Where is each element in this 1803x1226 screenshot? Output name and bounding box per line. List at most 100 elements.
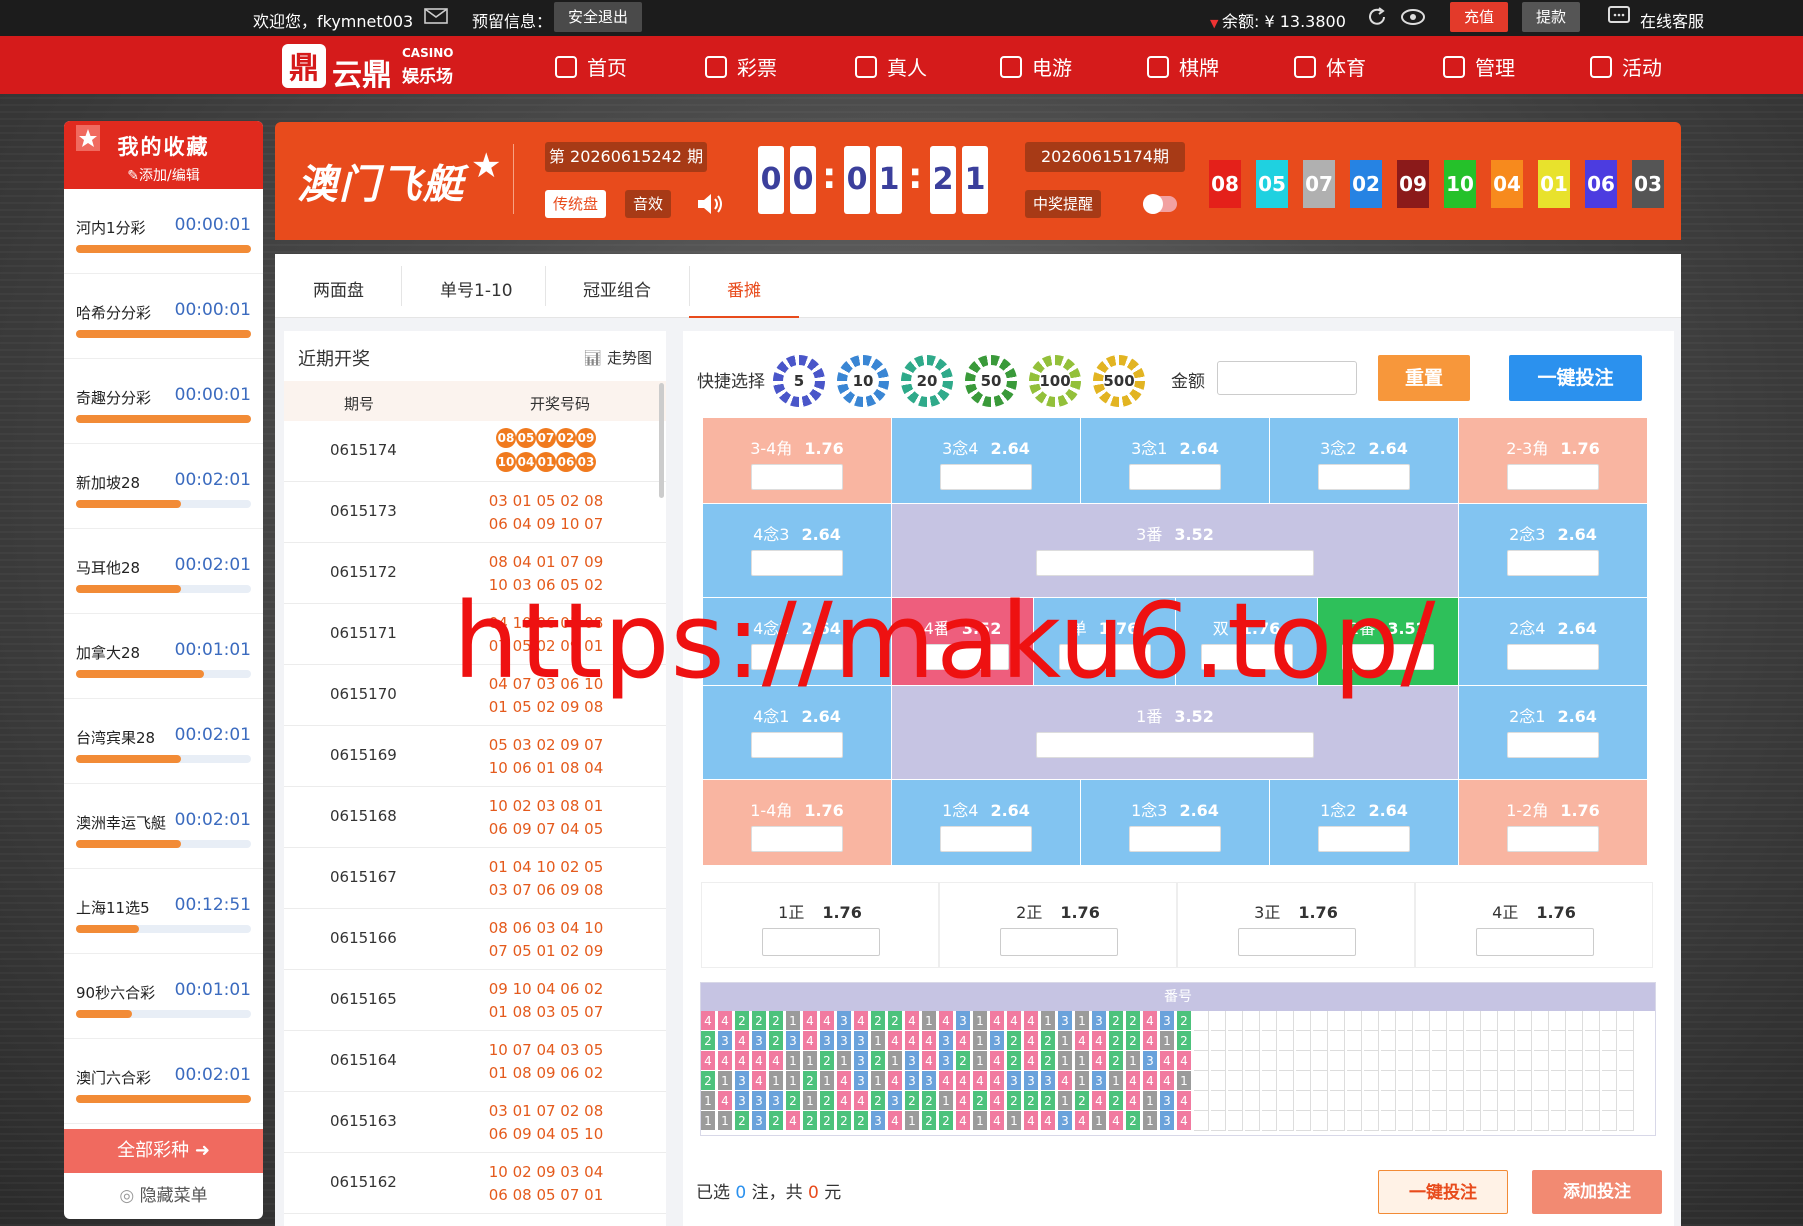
bet-amount-input[interactable] [1507,732,1599,758]
tab-single-number[interactable]: 单号1-10 [440,276,513,301]
sidebar-item[interactable]: 河内1分彩 00:00:01 [64,189,263,274]
bet-amount-input[interactable] [1036,550,1314,576]
nav-manage[interactable]: 管理 [1443,52,1515,81]
bet-amount-input[interactable] [940,464,1032,490]
hide-menu-button[interactable]: ◎ 隐藏菜单 [64,1173,263,1219]
chip-10[interactable]: 10 [837,355,889,407]
submit-bet-button[interactable]: 一键投注 [1378,1170,1508,1214]
sidebar-item[interactable]: 澳门六合彩 00:02:01 [64,1039,263,1124]
nav-slots[interactable]: 电游 [1000,52,1072,81]
reset-button[interactable]: 重置 [1378,355,1470,401]
roadmap-cell [1449,1011,1464,1031]
nav-events[interactable]: 活动 [1590,52,1662,81]
online-service-link[interactable]: 在线客服 [1640,8,1704,32]
trend-chart-link[interactable]: 📊︎ 走势图 [583,347,652,368]
bet-amount-input[interactable] [940,826,1032,852]
bet-amount-input[interactable] [751,464,843,490]
refresh-icon[interactable] [1366,6,1388,32]
nav-home[interactable]: 首页 [555,52,627,81]
bet-amount-input[interactable] [1318,464,1410,490]
nav-lottery[interactable]: 彩票 [705,52,777,81]
bet-amount-input[interactable] [1507,464,1599,490]
bet-cell[interactable]: 1念2 2.64 [1270,780,1459,866]
bet-cell[interactable]: 1念4 2.64 [892,780,1081,866]
all-lotteries-button[interactable]: 全部彩种 ➜ [64,1129,263,1173]
amount-input[interactable] [1217,361,1357,395]
bet-cell[interactable]: 1-4角 1.76 [703,780,892,866]
bet-cell[interactable]: 3念1 2.64 [1081,418,1270,504]
zheng-bet-cell[interactable]: 2正 1.76 [939,882,1177,968]
zheng-bet-cell[interactable]: 4正 1.76 [1415,882,1653,968]
bet-amount-input[interactable] [1507,550,1599,576]
bet-cell[interactable]: 2-3角 1.76 [1459,418,1648,504]
scrollbar[interactable] [659,383,664,498]
events-icon [1590,56,1612,78]
bet-cell[interactable]: 2念3 2.64 [1459,504,1648,598]
amount-label: 金额 [1171,372,1205,392]
zheng-amount-input[interactable] [762,928,880,956]
logout-button[interactable]: 安全退出 [554,2,643,32]
tab-fantan[interactable]: 番摊 [727,276,761,301]
deposit-button[interactable]: 充值 [1450,2,1509,32]
classic-mode-button[interactable]: 传统盘 [545,190,607,218]
site-logo[interactable]: 鼎 云鼎 CASINO 娱乐场 [280,40,460,93]
tab-two-sides[interactable]: 两面盘 [313,276,364,301]
zheng-bet-cell[interactable]: 3正 1.76 [1177,882,1415,968]
sidebar-item[interactable]: 加拿大28 00:01:01 [64,614,263,699]
bet-amount-input[interactable] [1507,644,1599,670]
chat-icon[interactable] [1608,6,1630,30]
mail-icon[interactable] [424,6,448,30]
chip-100[interactable]: 100 [1029,355,1081,407]
sidebar-item[interactable]: 新加坡28 00:02:01 [64,444,263,529]
sound-button[interactable]: 音效 [625,190,672,218]
nav-live[interactable]: 真人 [855,52,927,81]
bet-cell[interactable]: 2念4 2.64 [1459,598,1648,686]
bet-amount-input[interactable] [1507,826,1599,852]
bet-amount-input[interactable] [751,732,843,758]
bet-amount-input[interactable] [1129,826,1221,852]
zheng-amount-input[interactable] [1238,928,1356,956]
zheng-amount-input[interactable] [1000,928,1118,956]
roadmap-cell [1568,1051,1583,1071]
nav-sports[interactable]: 体育 [1294,52,1366,81]
sidebar-item[interactable]: 上海11选5 00:12:51 [64,869,263,954]
bet-cell[interactable]: 1-2角 1.76 [1459,780,1648,866]
chip-5[interactable]: 5 [773,355,825,407]
roadmap-cell [1228,1011,1243,1031]
add-edit-link[interactable]: ✎添加/编辑 [64,165,263,185]
bet-cell[interactable]: 3念4 2.64 [892,418,1081,504]
zheng-bet-cell[interactable]: 1正 1.76 [701,882,939,968]
add-bet-button[interactable]: 添加投注 [1532,1170,1662,1214]
bet-amount-input[interactable] [751,826,843,852]
sidebar-item[interactable]: 奇趣分分彩 00:00:01 [64,359,263,444]
eye-icon[interactable] [1400,7,1426,31]
quick-bet-button[interactable]: 一键投注 [1509,355,1642,401]
chip-500[interactable]: 500 [1093,355,1145,407]
roadmap-cell [1602,1051,1617,1071]
bet-cell[interactable]: 2念1 2.64 [1459,686,1648,780]
nav-chess[interactable]: 棋牌 [1147,52,1219,81]
roadmap-cell: 3 [1143,1051,1158,1071]
bet-amount-input[interactable] [1129,464,1221,490]
speaker-icon[interactable] [695,190,725,222]
sidebar-item[interactable]: 澳洲幸运飞艇 00:02:01 [64,784,263,869]
sidebar-item[interactable]: 90秒六合彩 00:01:01 [64,954,263,1039]
chip-20[interactable]: 20 [901,355,953,407]
win-remind-toggle[interactable] [1143,194,1177,214]
tab-champion-combo[interactable]: 冠亚组合 [583,276,651,301]
roadmap-cell: 4 [1126,1071,1141,1091]
sidebar-item[interactable]: 台湾宾果28 00:02:01 [64,699,263,784]
bet-amount-input[interactable] [1036,732,1314,758]
sidebar-item[interactable]: 哈希分分彩 00:00:01 [64,274,263,359]
draw-number-ball: 09 [576,428,596,448]
bet-cell[interactable]: 3念2 2.64 [1270,418,1459,504]
bet-amount-input[interactable] [751,550,843,576]
roadmap-cell: 4 [956,1091,971,1111]
zheng-amount-input[interactable] [1476,928,1594,956]
bet-amount-input[interactable] [1318,826,1410,852]
bet-cell[interactable]: 3-4角 1.76 [703,418,892,504]
sidebar-item[interactable]: 马耳他28 00:02:01 [64,529,263,614]
chip-50[interactable]: 50 [965,355,1017,407]
bet-cell[interactable]: 1念3 2.64 [1081,780,1270,866]
withdraw-button[interactable]: 提款 [1522,2,1581,32]
